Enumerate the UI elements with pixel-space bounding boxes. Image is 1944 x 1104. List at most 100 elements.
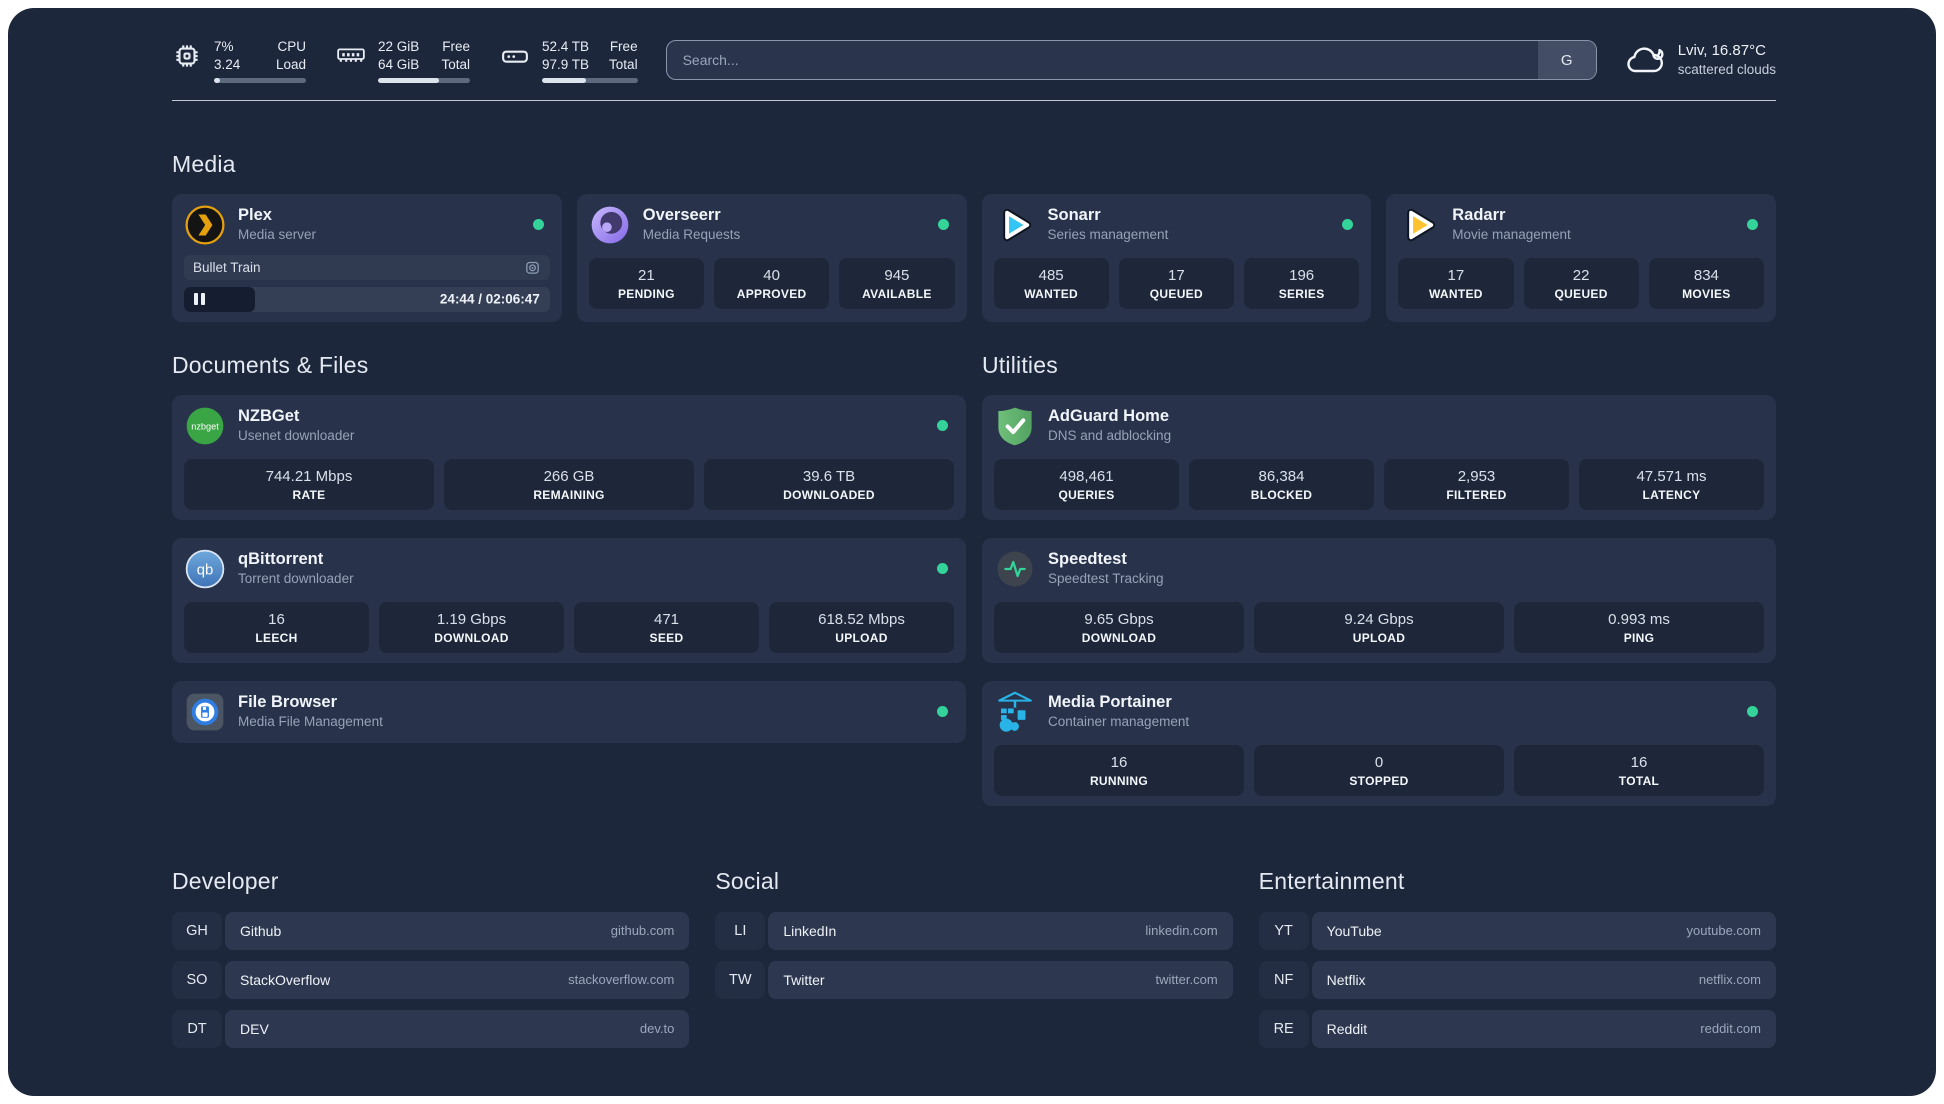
- card-overseerr[interactable]: Overseerr Media Requests 21 PENDING 40 A…: [576, 193, 967, 322]
- bookmark-stackoverflow[interactable]: SO StackOverflow stackoverflow.com: [172, 960, 690, 999]
- bookmark-group-title: Entertainment: [1258, 867, 1405, 894]
- stat-queued: 17 QUEUED: [1118, 257, 1234, 309]
- status-indicator: [532, 219, 544, 231]
- stat-pending: 21 PENDING: [588, 257, 704, 309]
- bookmark-twitter[interactable]: TW Twitter twitter.com: [715, 960, 1233, 999]
- svg-text:qb: qb: [197, 562, 214, 578]
- stat-downloaded: 39.6 TB DOWNLOADED: [704, 458, 954, 510]
- stat-ping: 0.993 ms PING: [1514, 601, 1764, 653]
- header-divider: [172, 99, 1776, 101]
- bookmark-group-title: Developer: [172, 867, 279, 894]
- card-plex[interactable]: Plex Media server Bullet Train 24:44 / 0…: [172, 193, 562, 322]
- stat-seed: 471 SEED: [574, 601, 759, 653]
- card-subtitle: Torrent downloader: [238, 570, 354, 586]
- section-utilities: Utilities AdGuard Home DNS and adblockin…: [982, 352, 1776, 824]
- resource-widgets: 7% 3.24 CPU Load 22 GiB 64 GiB Free Tota…: [172, 38, 638, 83]
- cpu-usage-value: 7%: [214, 39, 234, 54]
- disk-icon: [500, 41, 530, 71]
- cpu-usage-label: CPU: [277, 39, 306, 54]
- bookmark-name: LinkedIn: [783, 922, 837, 939]
- speedtest-icon: [994, 548, 1036, 590]
- svg-text:nzbget: nzbget: [191, 421, 219, 431]
- bookmark-url: reddit.com: [1700, 1021, 1761, 1037]
- plex-icon: [184, 204, 226, 246]
- stat-filtered: 2,953 FILTERED: [1384, 458, 1569, 510]
- bookmark-url: netflix.com: [1698, 972, 1761, 988]
- card-filebrowser[interactable]: File Browser Media File Management: [172, 680, 966, 743]
- status-indicator: [1747, 219, 1758, 231]
- memory-progress-bar: [378, 78, 470, 83]
- card-nzbget[interactable]: nzbget NZBGet Usenet downloader 744.21 M…: [172, 394, 966, 520]
- bookmark-netflix[interactable]: NF Netflix netflix.com: [1258, 960, 1776, 999]
- bookmark-url: linkedin.com: [1145, 923, 1218, 939]
- section-title-media: Media: [172, 150, 236, 177]
- bookmark-abbr: SO: [172, 960, 222, 999]
- bookmark-dev[interactable]: DT DEV dev.to: [172, 1009, 690, 1048]
- card-sonarr[interactable]: Sonarr Series management 485 WANTED 17 Q…: [981, 193, 1372, 322]
- bookmark-reddit[interactable]: RE Reddit reddit.com: [1258, 1009, 1776, 1048]
- memory-free-value: 22 GiB: [378, 39, 420, 54]
- stat-download: 9.65 Gbps DOWNLOAD: [994, 601, 1244, 653]
- bookmark-name: DEV: [240, 1020, 269, 1037]
- adguard-icon: [994, 405, 1036, 447]
- stat-leech: 16 LEECH: [184, 601, 369, 653]
- filebrowser-icon: [184, 691, 226, 733]
- stat-series: 196 SERIES: [1244, 257, 1360, 309]
- card-radarr[interactable]: Radarr Movie management 17 WANTED 22 QUE…: [1386, 193, 1776, 322]
- stat-running: 16 RUNNING: [994, 744, 1244, 796]
- card-title: Overseerr: [642, 206, 721, 225]
- playback-progress-bar: 24:44 / 02:06:47: [184, 286, 550, 312]
- cpu-load-label: Load: [275, 56, 306, 72]
- card-portainer[interactable]: Media Portainer Container management 16 …: [982, 680, 1776, 806]
- bookmark-abbr: GH: [172, 911, 222, 950]
- card-subtitle: Series management: [1047, 226, 1169, 242]
- card-subtitle: Container management: [1048, 713, 1190, 729]
- status-indicator: [937, 219, 949, 231]
- card-subtitle: Media File Management: [238, 713, 383, 729]
- stat-available: 945 AVAILABLE: [839, 257, 955, 309]
- bookmark-youtube[interactable]: YT YouTube youtube.com: [1258, 911, 1776, 950]
- dashboard: 7% 3.24 CPU Load 22 GiB 64 GiB Free Tota…: [8, 8, 1936, 1096]
- disk-widget: 52.4 TB 97.9 TB Free Total: [500, 38, 638, 83]
- bookmark-url: twitter.com: [1155, 972, 1218, 988]
- stat-remaining: 266 GB REMAINING: [444, 458, 694, 510]
- bookmark-group-entertainment: Entertainment YT YouTube youtube.com NF …: [1258, 867, 1776, 1059]
- bookmark-name: Reddit: [1326, 1020, 1368, 1037]
- card-title: AdGuard Home: [1048, 407, 1170, 426]
- stat-download: 1.19 Gbps DOWNLOAD: [379, 601, 564, 653]
- card-qbittorrent[interactable]: qb qBittorrent Torrent downloader 16 LEE…: [172, 537, 966, 663]
- card-subtitle: Media Requests: [642, 226, 741, 242]
- disk-free-value: 52.4 TB: [542, 39, 590, 54]
- status-indicator: [1747, 706, 1758, 718]
- bookmarks: Developer GH Github github.com SO StackO…: [172, 868, 1776, 1059]
- stat-wanted: 17 WANTED: [1398, 257, 1514, 309]
- stat-total: 16 TOTAL: [1514, 744, 1764, 796]
- media-cards: Plex Media server Bullet Train 24:44 / 0…: [172, 193, 1776, 322]
- card-adguard[interactable]: AdGuard Home DNS and adblocking 498,461 …: [982, 394, 1776, 520]
- weather-condition: scattered clouds: [1677, 62, 1776, 78]
- section-documents: Documents & Files nzbget NZBGet Usenet d…: [172, 352, 966, 824]
- bookmark-linkedin[interactable]: LI LinkedIn linkedin.com: [715, 911, 1233, 950]
- card-title: Plex: [238, 206, 272, 225]
- weather-widget[interactable]: Lviv, 16.87°C scattered clouds: [1625, 41, 1776, 79]
- search-input[interactable]: [666, 41, 1538, 80]
- pause-icon[interactable]: [194, 293, 205, 306]
- search-engine-button[interactable]: G: [1537, 41, 1596, 80]
- card-title: Speedtest: [1048, 550, 1127, 569]
- card-title: File Browser: [238, 693, 338, 712]
- now-playing-row: Bullet Train: [184, 254, 550, 280]
- camera-icon: [524, 259, 541, 276]
- bookmark-github[interactable]: GH Github github.com: [172, 911, 690, 950]
- stat-movies: 834 MOVIES: [1648, 257, 1764, 309]
- stat-upload: 9.24 Gbps UPLOAD: [1254, 601, 1504, 653]
- bookmark-name: YouTube: [1326, 922, 1382, 939]
- bookmark-url: youtube.com: [1686, 923, 1761, 939]
- cpu-icon: [172, 41, 202, 71]
- stat-approved: 40 APPROVED: [714, 257, 830, 309]
- bookmark-abbr: TW: [715, 960, 766, 999]
- portainer-icon: [994, 691, 1036, 733]
- card-speedtest[interactable]: Speedtest Speedtest Tracking 9.65 Gbps D…: [982, 537, 1776, 663]
- qbittorrent-icon: qb: [184, 548, 226, 590]
- card-subtitle: Movie management: [1452, 226, 1571, 242]
- cloud-icon: [1625, 44, 1665, 76]
